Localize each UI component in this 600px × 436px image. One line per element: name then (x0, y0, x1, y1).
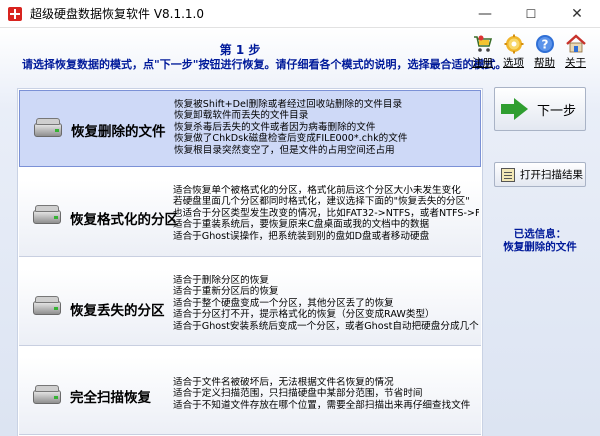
minimize-button[interactable]: — (462, 0, 508, 27)
help-icon: ? (535, 35, 554, 53)
selection-label: 已选信息： (513, 228, 567, 240)
mode-list: 恢复删除的文件 恢复被Shift+Del删除或者经过回收站删除的文件目录 恢复卸… (17, 88, 483, 436)
about-label: 关于 (565, 57, 586, 69)
mode-title: 恢复删除的文件 (71, 124, 166, 140)
register-button[interactable]: 注册 (470, 34, 495, 70)
options-label: 选项 (503, 57, 524, 69)
mode-full-scan[interactable]: 完全扫描恢复 适合于文件名被破坏后，无法根据文件名恢复的情况 适合于定义扫描范围… (19, 357, 481, 435)
toolbar: 注册 选项 ? 帮助 关于 (470, 34, 588, 70)
next-step-button[interactable]: 下一步 (494, 87, 586, 131)
selection-value: 恢复删除的文件 (503, 241, 577, 253)
cart-icon (473, 35, 492, 52)
mode-recover-deleted[interactable]: 恢复删除的文件 恢复被Shift+Del删除或者经过回收站删除的文件目录 恢复卸… (19, 90, 481, 167)
mode-title: 恢复格式化的分区 (70, 212, 178, 228)
mode-description: 恢复被Shift+Del删除或者经过回收站删除的文件目录 恢复卸载软件而丢失的文… (174, 99, 408, 156)
mode-title: 完全扫描恢复 (70, 390, 151, 406)
help-button[interactable]: ? 帮助 (532, 34, 557, 70)
title-bar: 超级硬盘数据恢复软件 V8.1.1.0 — ☐ ✕ (0, 0, 600, 27)
mode-description: 适合于删除分区的恢复 适合于重新分区后的恢复 适合于整个硬盘变成一个分区，其他分… (173, 275, 479, 332)
svg-text:?: ? (541, 38, 548, 52)
arrow-right-icon (501, 98, 529, 120)
selection-info: 已选信息： 恢复删除的文件 (494, 228, 586, 254)
step-description: 请选择恢复数据的模式，点"下一步"按钮进行恢复。请仔细看各个模式的说明，选择最合… (22, 58, 507, 71)
help-label: 帮助 (534, 57, 555, 69)
hard-disk-icon (32, 384, 62, 406)
register-label: 注册 (472, 57, 493, 69)
options-button[interactable]: 选项 (501, 34, 526, 70)
window-controls: — ☐ ✕ (462, 0, 600, 27)
mode-recover-formatted[interactable]: 恢复格式化的分区 适合恢复单个被格式化的分区，格式化前后这个分区大小未发生变化 … (19, 180, 481, 257)
app-logo-icon (8, 6, 22, 21)
home-icon (565, 34, 586, 53)
window-title: 超级硬盘数据恢复软件 V8.1.1.0 (30, 7, 205, 21)
about-button[interactable]: 关于 (563, 34, 588, 70)
mode-title: 恢复丢失的分区 (70, 303, 165, 319)
mode-recover-lost-partition[interactable]: 恢复丢失的分区 适合于删除分区的恢复 适合于重新分区后的恢复 适合于整个硬盘变成… (19, 269, 481, 346)
document-icon (501, 167, 515, 182)
gear-icon (504, 34, 523, 54)
open-scan-results-button[interactable]: 打开扫描结果 (494, 162, 586, 187)
mode-description: 适合恢复单个被格式化的分区，格式化前后这个分区大小未发生变化 若硬盘里面几个分区… (173, 185, 479, 242)
hard-disk-icon (32, 295, 62, 317)
hard-disk-icon (32, 204, 62, 226)
maximize-button[interactable]: ☐ (508, 0, 554, 27)
main-panel: 第 1 步 请选择恢复数据的模式，点"下一步"按钮进行恢复。请仔细看各个模式的说… (0, 27, 600, 436)
open-scan-results-label: 打开扫描结果 (520, 169, 583, 181)
close-button[interactable]: ✕ (554, 0, 600, 27)
mode-description: 适合于文件名被破坏后，无法根据文件名恢复的情况 适合于定义扫描范围，只扫描硬盘中… (173, 377, 471, 411)
next-step-label: 下一步 (537, 103, 577, 119)
hard-disk-icon (33, 117, 63, 139)
